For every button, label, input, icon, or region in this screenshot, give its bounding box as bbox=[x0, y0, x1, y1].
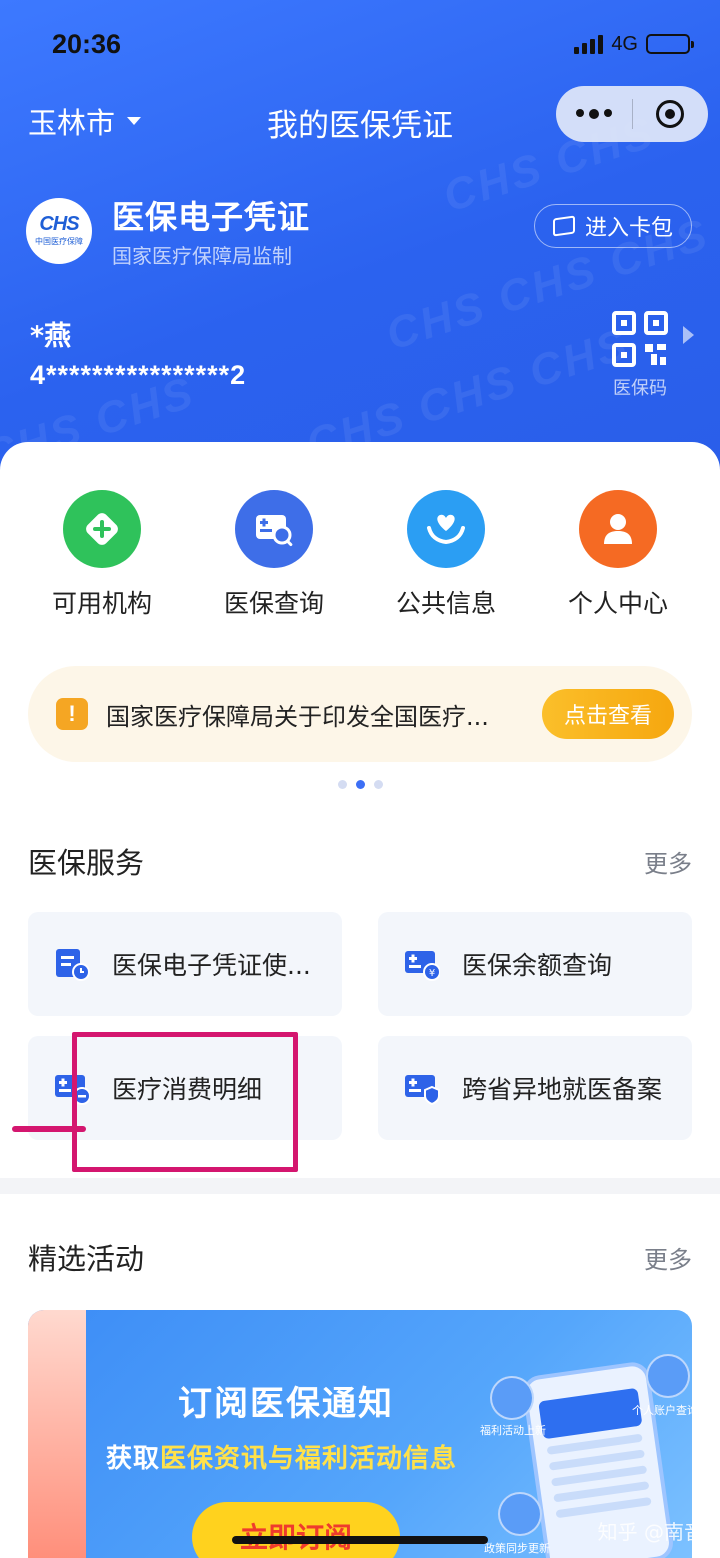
previous-banner-peek bbox=[28, 1310, 86, 1558]
warning-icon: ! bbox=[56, 698, 88, 730]
credential-brand: CHS 中国医疗保障 医保电子凭证 国家医疗保障局监制 bbox=[26, 192, 310, 269]
credential-header: CHS CHS CHS CHS CHS CHS CHS CHS CHS CHS … bbox=[0, 0, 720, 480]
service-balance-query[interactable]: ¥ 医保余额查询 bbox=[378, 912, 692, 1016]
close-miniprogram-icon[interactable] bbox=[633, 100, 709, 128]
shortcut-available-institutions[interactable]: 可用机构 bbox=[22, 490, 182, 620]
highlight-annotation bbox=[72, 1032, 298, 1172]
service-label: 跨省异地就医备案 bbox=[462, 1075, 663, 1104]
bubble-label: 福利活动上新 bbox=[480, 1424, 546, 1437]
banner-title: 订阅医保通知 bbox=[178, 1384, 394, 1424]
status-bar: 20:36 4G bbox=[52, 24, 694, 64]
qr-code-icon bbox=[612, 311, 668, 367]
card-yen-icon bbox=[646, 1354, 690, 1398]
heart-hands-icon bbox=[407, 490, 485, 568]
card-search-icon bbox=[235, 490, 313, 568]
document-icon bbox=[498, 1492, 542, 1536]
medical-qr-button[interactable]: 医保码 bbox=[610, 310, 670, 400]
chevron-right-icon bbox=[683, 326, 694, 344]
credential-subtitle: 国家医疗保障局监制 bbox=[112, 244, 292, 268]
service-credential-usage[interactable]: 医保电子凭证使... bbox=[28, 912, 342, 1016]
document-clock-icon bbox=[56, 949, 90, 981]
subscribe-button[interactable]: 立即订阅 bbox=[192, 1502, 400, 1558]
shortcut-label: 医保查询 bbox=[223, 589, 324, 618]
section-divider bbox=[0, 1178, 720, 1194]
banner-subtitle: 获取医保资讯与福利活动信息 bbox=[106, 1444, 458, 1474]
id-number: 4****************2 bbox=[30, 360, 247, 390]
subscribe-banner[interactable]: 订阅医保通知 获取医保资讯与福利活动信息 立即订阅 福利活动上新 个人账户查询 … bbox=[28, 1310, 692, 1558]
card-bag-icon bbox=[552, 215, 575, 237]
service-cross-province-filing[interactable]: 跨省异地就医备案 bbox=[378, 1036, 692, 1140]
shortcut-grid: 可用机构 医保查询 公共信息 个人中心 bbox=[16, 490, 704, 620]
source-watermark: 知乎 @南音 bbox=[597, 1520, 704, 1544]
card-yen-icon: ¥ bbox=[405, 951, 440, 981]
shortcut-label: 公共信息 bbox=[395, 589, 496, 618]
notice-text: 国家医疗保障局关于印发全国医疗... bbox=[106, 702, 489, 731]
person-icon bbox=[579, 490, 657, 568]
svg-text:¥: ¥ bbox=[429, 968, 435, 979]
status-indicators: 4G bbox=[574, 32, 694, 56]
card-bag-label: 进入卡包 bbox=[584, 216, 673, 241]
card-shield-icon bbox=[405, 1075, 440, 1105]
activities-more-link[interactable]: 更多 bbox=[644, 1240, 692, 1275]
service-label: 医保电子凭证使... bbox=[112, 951, 311, 980]
plus-diamond-icon bbox=[63, 490, 141, 568]
more-menu-icon[interactable] bbox=[556, 109, 632, 119]
battery-icon bbox=[646, 34, 694, 54]
services-title: 医保服务 bbox=[28, 846, 145, 880]
notice-banner[interactable]: ! 国家医疗保障局关于印发全国医疗... 点击查看 bbox=[28, 666, 692, 762]
credential-title: 医保电子凭证 bbox=[112, 198, 311, 236]
bubble-label: 个人账户查询 bbox=[632, 1404, 692, 1417]
shortcut-label: 可用机构 bbox=[51, 589, 152, 618]
home-indicator[interactable] bbox=[232, 1536, 488, 1544]
highlight-pointer bbox=[12, 1126, 86, 1132]
shortcut-public-info[interactable]: 公共信息 bbox=[366, 490, 526, 620]
network-type: 4G bbox=[611, 32, 638, 55]
shortcut-insurance-query[interactable]: 医保查询 bbox=[194, 490, 354, 620]
services-header: 医保服务 更多 bbox=[28, 840, 692, 882]
chs-logo: CHS 中国医疗保障 bbox=[26, 197, 92, 264]
holder-name: *燕 bbox=[30, 321, 72, 352]
qr-label: 医保码 bbox=[613, 378, 667, 399]
activities-section: 精选活动 更多 订阅医保通知 获取医保资讯与福利活动信息 立即订阅 福利活动上新… bbox=[0, 1194, 720, 1558]
status-time: 20:36 bbox=[52, 28, 122, 59]
signal-icon bbox=[574, 34, 604, 54]
activities-header: 精选活动 更多 bbox=[28, 1236, 692, 1278]
navbar: 玉林市 我的医保凭证 bbox=[0, 82, 720, 156]
bubble-label: 政策同步更新 bbox=[484, 1542, 550, 1555]
view-notice-button[interactable]: 点击查看 bbox=[541, 689, 674, 739]
activities-title: 精选活动 bbox=[28, 1242, 145, 1276]
service-label: 医保余额查询 bbox=[462, 951, 613, 980]
services-more-link[interactable]: 更多 bbox=[644, 844, 692, 879]
carousel-indicator bbox=[0, 780, 720, 789]
gift-icon bbox=[490, 1376, 534, 1420]
miniprogram-capsule bbox=[556, 86, 708, 142]
shortcut-label: 个人中心 bbox=[567, 589, 668, 618]
enter-card-bag-button[interactable]: 进入卡包 bbox=[533, 204, 692, 248]
shortcut-personal-center[interactable]: 个人中心 bbox=[538, 490, 698, 620]
